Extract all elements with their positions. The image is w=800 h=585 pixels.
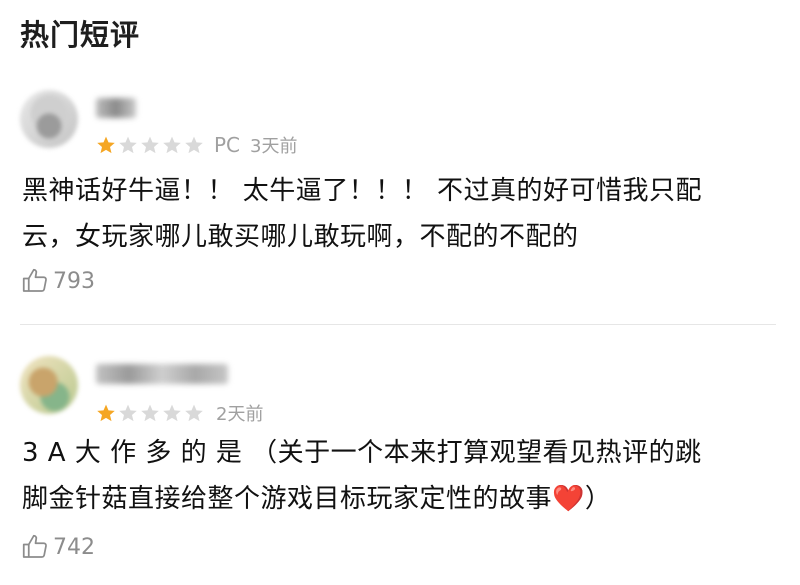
username-blurred[interactable] bbox=[96, 98, 136, 118]
review-time: 2天前 bbox=[216, 404, 264, 425]
platform-label: PC bbox=[214, 133, 241, 157]
star-empty-icon bbox=[162, 135, 183, 155]
section-title: 热门短评 bbox=[20, 18, 141, 52]
avatar[interactable] bbox=[20, 90, 78, 148]
username-blurred[interactable] bbox=[96, 364, 228, 384]
rating-row: PC 3天前 bbox=[96, 132, 297, 158]
review-text-line: 云，女玩家哪儿敢买哪儿敢玩啊，不配的不配的 bbox=[22, 222, 579, 252]
review-text-line: 脚金针菇直接给整个游戏目标玩家定性的故事❤️） bbox=[22, 484, 612, 514]
star-filled-icon bbox=[96, 135, 117, 155]
review-text-line: 3 A 大 作 多 的 是 （关于一个本来打算观望看见热评的跳 bbox=[22, 438, 702, 468]
review-text-line: 黑神话好牛逼！！ 太牛逼了！！！ 不过真的好可惜我只配 bbox=[22, 176, 703, 206]
avatar[interactable] bbox=[20, 356, 78, 414]
like-button[interactable]: 742 bbox=[20, 532, 95, 562]
divider bbox=[20, 324, 776, 325]
star-empty-icon bbox=[184, 135, 205, 155]
star-empty-icon bbox=[184, 403, 205, 423]
star-empty-icon bbox=[162, 403, 183, 423]
thumbs-up-icon bbox=[20, 532, 53, 562]
review-text: 黑神话好牛逼！！ 太牛逼了！！！ 不过真的好可惜我只配 云，女玩家哪儿敢买哪儿敢… bbox=[22, 168, 782, 260]
rating-row: 2天前 bbox=[96, 400, 263, 426]
star-empty-icon bbox=[118, 135, 139, 155]
like-count: 742 bbox=[53, 534, 95, 560]
review-time: 3天前 bbox=[250, 136, 298, 157]
star-empty-icon bbox=[140, 403, 161, 423]
star-filled-icon bbox=[96, 403, 117, 423]
thumbs-up-icon bbox=[20, 266, 53, 296]
star-empty-icon bbox=[118, 403, 139, 423]
star-empty-icon bbox=[140, 135, 161, 155]
like-count: 793 bbox=[53, 268, 95, 294]
review-text: 3 A 大 作 多 的 是 （关于一个本来打算观望看见热评的跳 脚金针菇直接给整… bbox=[22, 430, 782, 522]
like-button[interactable]: 793 bbox=[20, 266, 95, 296]
